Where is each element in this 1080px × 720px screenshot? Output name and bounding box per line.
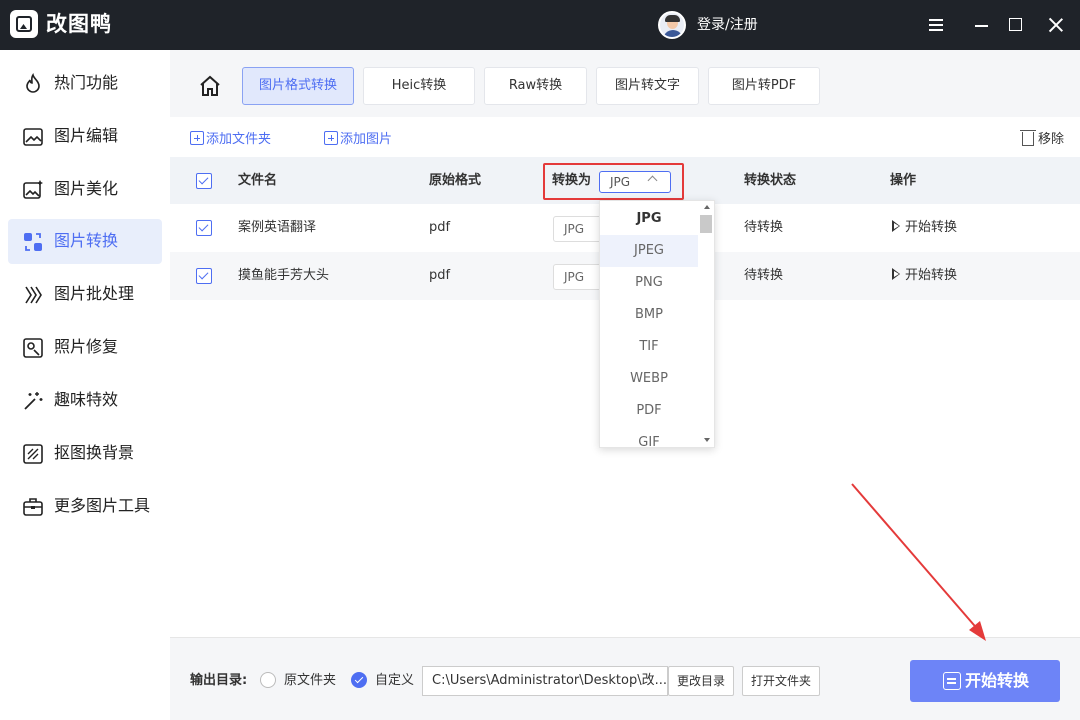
radio-original-label: 原文件夹 bbox=[284, 673, 337, 688]
header-original-format: 原始格式 bbox=[429, 173, 482, 188]
batch-icon bbox=[25, 286, 42, 304]
convert-icon bbox=[943, 672, 961, 690]
tab-raw[interactable]: Raw转换 bbox=[484, 67, 587, 105]
cutout-icon bbox=[23, 444, 43, 464]
start-convert-link[interactable]: 开始转换 bbox=[892, 266, 957, 286]
play-icon bbox=[892, 220, 900, 232]
header-action: 操作 bbox=[890, 173, 917, 188]
add-image-button[interactable]: 添加图片 bbox=[324, 129, 392, 149]
menu-icon[interactable] bbox=[924, 13, 948, 37]
start-convert-link[interactable]: 开始转换 bbox=[892, 218, 957, 238]
tab-image-to-text[interactable]: 图片转文字 bbox=[596, 67, 699, 105]
radio-custom-label: 自定义 bbox=[375, 673, 415, 688]
header-status: 转换状态 bbox=[744, 173, 797, 188]
highlight-annotation bbox=[543, 163, 684, 200]
sidebar-item-label: 图片批处理 bbox=[54, 284, 135, 303]
original-format: pdf bbox=[429, 268, 451, 283]
sidebar-item-label: 抠图换背景 bbox=[54, 443, 135, 462]
tab-heic[interactable]: Heic转换 bbox=[363, 67, 475, 105]
tab-image-to-pdf[interactable]: 图片转PDF bbox=[708, 67, 820, 105]
sidebar-item-photo-repair[interactable]: 照片修复 bbox=[8, 325, 162, 370]
format-option-tif[interactable]: TIF bbox=[600, 331, 698, 363]
select-all-checkbox[interactable] bbox=[196, 173, 212, 189]
add-folder-button[interactable]: 添加文件夹 bbox=[190, 129, 271, 149]
avatar[interactable] bbox=[658, 11, 686, 39]
home-icon[interactable] bbox=[198, 74, 222, 98]
title-bar: 改图鸭 登录/注册 bbox=[0, 0, 1080, 50]
sidebar-item-label: 更多图片工具 bbox=[54, 496, 151, 515]
file-name: 案例英语翻译 bbox=[238, 220, 317, 235]
original-format: pdf bbox=[429, 220, 451, 235]
sidebar-item-label: 照片修复 bbox=[54, 337, 119, 356]
sidebar-item-batch[interactable]: 图片批处理 bbox=[8, 272, 162, 317]
remove-button[interactable]: 移除 bbox=[1019, 129, 1064, 150]
app-logo-icon bbox=[10, 10, 38, 38]
convert-status: 待转换 bbox=[744, 220, 784, 235]
sidebar-item-label: 图片转换 bbox=[54, 231, 119, 250]
sidebar-item-image-beautify[interactable]: 图片美化 bbox=[8, 167, 162, 212]
format-dropdown: JPG JPEG PNG BMP TIF WEBP PDF GIF bbox=[599, 200, 715, 448]
trash-icon bbox=[1019, 130, 1036, 146]
sidebar-item-cutout[interactable]: 抠图换背景 bbox=[8, 431, 162, 476]
row-checkbox[interactable] bbox=[196, 268, 212, 284]
tab-image-format[interactable]: 图片格式转换 bbox=[242, 67, 354, 105]
sidebar-item-more-tools[interactable]: 更多图片工具 bbox=[8, 484, 162, 529]
format-option-webp[interactable]: WEBP bbox=[600, 363, 698, 395]
scroll-down-icon[interactable] bbox=[704, 438, 710, 442]
sidebar-item-label: 图片美化 bbox=[54, 179, 119, 198]
play-icon bbox=[892, 268, 900, 280]
scroll-up-icon[interactable] bbox=[704, 205, 710, 209]
start-convert-button[interactable]: 开始转换 bbox=[910, 660, 1060, 702]
close-icon[interactable] bbox=[1044, 13, 1068, 37]
format-option-jpg[interactable]: JPG bbox=[600, 203, 698, 235]
sidebar: 热门功能 图片编辑 图片美化 图片转换 图片批处理 照片修复 趣味特效 抠图换背… bbox=[0, 50, 170, 720]
sidebar-item-label: 热门功能 bbox=[54, 73, 119, 92]
convert-status: 待转换 bbox=[744, 268, 784, 283]
row-checkbox[interactable] bbox=[196, 220, 212, 236]
image-convert-icon bbox=[24, 233, 42, 251]
sidebar-item-label: 趣味特效 bbox=[54, 390, 119, 409]
file-name: 摸鱼能手芳大头 bbox=[238, 268, 330, 283]
output-path-field[interactable]: C:\Users\Administrator\Desktop\改... bbox=[422, 666, 668, 696]
dropdown-scrollbar[interactable] bbox=[699, 201, 714, 447]
target-format-select[interactable]: JPG bbox=[553, 216, 603, 242]
format-option-pdf[interactable]: PDF bbox=[600, 395, 698, 427]
radio-original-folder[interactable] bbox=[260, 672, 276, 688]
sidebar-item-image-edit[interactable]: 图片编辑 bbox=[8, 114, 162, 159]
format-option-jpeg[interactable]: JPEG bbox=[600, 235, 698, 267]
format-option-bmp[interactable]: BMP bbox=[600, 299, 698, 331]
scroll-thumb[interactable] bbox=[700, 215, 712, 233]
login-register-link[interactable]: 登录/注册 bbox=[697, 16, 758, 34]
sidebar-item-image-convert[interactable]: 图片转换 bbox=[8, 219, 162, 264]
header-file-name: 文件名 bbox=[238, 173, 278, 188]
output-bar: 输出目录: 原文件夹 自定义 C:\Users\Administrator\De… bbox=[170, 637, 1080, 720]
maximize-icon[interactable] bbox=[1004, 13, 1028, 37]
minimize-icon[interactable] bbox=[970, 13, 994, 37]
sidebar-item-hot[interactable]: 热门功能 bbox=[8, 61, 162, 106]
image-beautify-icon bbox=[23, 180, 43, 199]
radio-custom[interactable] bbox=[351, 672, 367, 688]
format-option-png[interactable]: PNG bbox=[600, 267, 698, 299]
change-dir-button[interactable]: 更改目录 bbox=[668, 666, 734, 696]
plus-icon bbox=[190, 131, 204, 145]
target-format-select[interactable]: JPG bbox=[553, 264, 603, 290]
sidebar-item-fun-effects[interactable]: 趣味特效 bbox=[8, 378, 162, 423]
photo-repair-icon bbox=[23, 338, 43, 358]
output-dir-label: 输出目录: bbox=[190, 673, 248, 688]
magic-wand-icon bbox=[24, 392, 43, 410]
app-title: 改图鸭 bbox=[46, 12, 112, 36]
sidebar-item-label: 图片编辑 bbox=[54, 126, 119, 145]
plus-icon bbox=[324, 131, 338, 145]
flame-icon bbox=[26, 73, 40, 93]
format-option-gif[interactable]: GIF bbox=[600, 427, 698, 447]
image-edit-icon bbox=[23, 128, 43, 146]
open-folder-button[interactable]: 打开文件夹 bbox=[742, 666, 820, 696]
toolbox-icon bbox=[23, 498, 43, 516]
